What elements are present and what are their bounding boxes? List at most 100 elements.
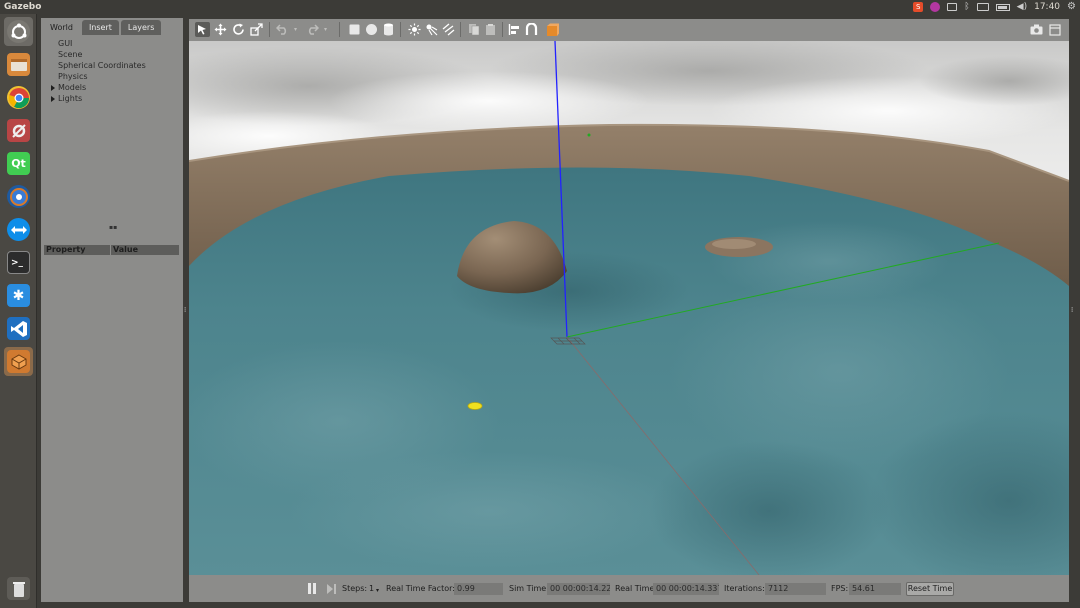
gear-icon[interactable]: ⚙ bbox=[1067, 0, 1076, 14]
expand-arrow-icon[interactable] bbox=[51, 85, 55, 91]
ubuntu-logo-icon bbox=[7, 20, 30, 43]
volume-icon[interactable]: ◀) bbox=[1017, 0, 1027, 14]
tree-item-lights[interactable]: Lights bbox=[51, 94, 83, 104]
tree-item-spherical-coordinates[interactable]: Spherical Coordinates bbox=[58, 61, 146, 71]
toolbar-separator bbox=[339, 22, 340, 37]
vscode-button[interactable] bbox=[4, 314, 33, 343]
fps-field: 54.61 bbox=[849, 583, 901, 595]
tree-item-label: Lights bbox=[58, 94, 83, 103]
teamviewer-icon bbox=[7, 218, 30, 241]
tab-layers[interactable]: Layers bbox=[120, 20, 162, 35]
copy-icon[interactable] bbox=[466, 22, 481, 37]
mail-icon[interactable] bbox=[947, 3, 958, 11]
tree-item-physics[interactable]: Physics bbox=[58, 72, 88, 82]
rotate-icon[interactable] bbox=[231, 22, 246, 37]
iterations-field: 7112 bbox=[765, 583, 826, 595]
spot-light-icon[interactable] bbox=[424, 22, 439, 37]
box-icon[interactable] bbox=[347, 22, 362, 37]
select-arrow-icon[interactable] bbox=[195, 22, 210, 37]
undo-dropdown-icon[interactable]: ▾ bbox=[291, 22, 300, 37]
vscode-icon bbox=[7, 317, 30, 340]
keyboard-icon[interactable] bbox=[976, 3, 989, 11]
point-light-icon[interactable] bbox=[407, 22, 422, 37]
gazebo-button[interactable] bbox=[4, 347, 33, 376]
chrome-button[interactable] bbox=[4, 83, 33, 112]
gazebo-icon bbox=[7, 350, 30, 373]
column-divider[interactable] bbox=[110, 245, 111, 255]
undo-icon[interactable] bbox=[275, 22, 290, 37]
view-angle-icon[interactable] bbox=[545, 22, 560, 37]
tree-item-label: Models bbox=[58, 83, 87, 92]
kdr-icon[interactable] bbox=[930, 2, 941, 12]
sim-time-field: 00 00:00:14.224 bbox=[547, 583, 610, 595]
real-time-label: Real Time: bbox=[615, 584, 658, 593]
ubuntu-dash-button[interactable] bbox=[4, 17, 33, 46]
settings-tools-icon bbox=[7, 119, 30, 142]
qt-creator-button[interactable]: Qt bbox=[4, 149, 33, 178]
trash-icon bbox=[7, 577, 30, 600]
globe-icon bbox=[7, 185, 30, 208]
directional-light-icon[interactable] bbox=[441, 22, 456, 37]
redo-icon[interactable] bbox=[305, 22, 320, 37]
paste-icon[interactable] bbox=[483, 22, 498, 37]
trash-button[interactable] bbox=[4, 574, 33, 603]
cylinder-icon[interactable] bbox=[381, 22, 396, 37]
real-time-factor-field: 0.99 bbox=[454, 583, 503, 595]
sogou-input-icon[interactable]: S bbox=[913, 2, 924, 12]
toolbar-separator bbox=[460, 22, 461, 37]
terminal-icon: >_ bbox=[7, 251, 30, 274]
scene-viewport[interactable] bbox=[189, 41, 1069, 575]
bluetooth-icon[interactable]: ᛒ bbox=[964, 0, 969, 14]
right-splitter-grip[interactable]: ⁞ bbox=[1071, 307, 1074, 314]
steps-dropdown-icon[interactable]: ▾ bbox=[376, 586, 379, 596]
launcher: Qt >_ ✱ bbox=[0, 14, 37, 608]
tab-insert[interactable]: Insert bbox=[81, 20, 119, 35]
app-button-9[interactable]: ✱ bbox=[4, 281, 33, 310]
sim-time-label: Sim Time: bbox=[509, 584, 549, 593]
tab-world[interactable]: World bbox=[43, 20, 80, 35]
system-top-bar: Gazebo S ᛒ ◀) 17:40 ⚙ bbox=[0, 0, 1080, 14]
expand-arrow-icon[interactable] bbox=[51, 96, 55, 102]
buoy-model[interactable] bbox=[467, 402, 483, 410]
battery-icon[interactable] bbox=[995, 3, 1010, 11]
simulation-status-bar: Steps: 1 ▾ Real Time Factor: 0.99 Sim Ti… bbox=[189, 575, 1069, 602]
tree-item-scene[interactable]: Scene bbox=[58, 50, 82, 60]
sphere-icon[interactable] bbox=[364, 22, 379, 37]
clock[interactable]: 17:40 bbox=[1034, 0, 1060, 14]
scene-toolbar: ▾ ▾ bbox=[189, 19, 1069, 41]
camera-icon[interactable] bbox=[1029, 22, 1044, 37]
scale-icon[interactable] bbox=[249, 22, 264, 37]
scene-render[interactable] bbox=[189, 41, 1069, 575]
steps-value[interactable]: 1 bbox=[369, 584, 374, 594]
left-splitter-grip[interactable]: ⁞ bbox=[184, 307, 187, 314]
value-column-header[interactable]: Value bbox=[113, 245, 138, 255]
property-column-header[interactable]: Property bbox=[46, 245, 85, 255]
toolbar-separator bbox=[502, 22, 503, 37]
translate-icon[interactable] bbox=[213, 22, 228, 37]
pause-icon[interactable] bbox=[307, 583, 317, 594]
qt-icon: Qt bbox=[7, 152, 30, 175]
world-tree: GUI Scene Spherical Coordinates Physics … bbox=[43, 35, 179, 233]
step-icon[interactable] bbox=[327, 583, 337, 594]
align-icon[interactable] bbox=[507, 22, 522, 37]
world-panel: World Insert Layers GUI Scene Spherical … bbox=[41, 18, 183, 602]
terminal-button[interactable]: >_ bbox=[4, 248, 33, 277]
toolbar-separator bbox=[269, 22, 270, 37]
property-table-header: Property Value bbox=[44, 245, 179, 255]
tree-item-gui[interactable]: GUI bbox=[58, 39, 72, 49]
layout-options-icon[interactable] bbox=[1047, 22, 1062, 37]
reset-time-button[interactable]: Reset Time bbox=[906, 582, 954, 596]
system-settings-button[interactable] bbox=[4, 116, 33, 145]
panel-tabs: World Insert Layers bbox=[43, 20, 162, 35]
files-icon bbox=[7, 53, 30, 76]
panel-splitter-handle[interactable]: ▪▪ bbox=[109, 224, 117, 231]
asterisk-app-icon: ✱ bbox=[7, 284, 30, 307]
snap-icon[interactable] bbox=[524, 22, 539, 37]
tree-item-models[interactable]: Models bbox=[51, 83, 87, 93]
files-button[interactable] bbox=[4, 50, 33, 79]
redo-dropdown-icon[interactable]: ▾ bbox=[321, 22, 330, 37]
app-button-6[interactable] bbox=[4, 182, 33, 211]
teamviewer-button[interactable] bbox=[4, 215, 33, 244]
chrome-icon bbox=[7, 86, 30, 109]
window-title: Gazebo bbox=[4, 2, 42, 12]
